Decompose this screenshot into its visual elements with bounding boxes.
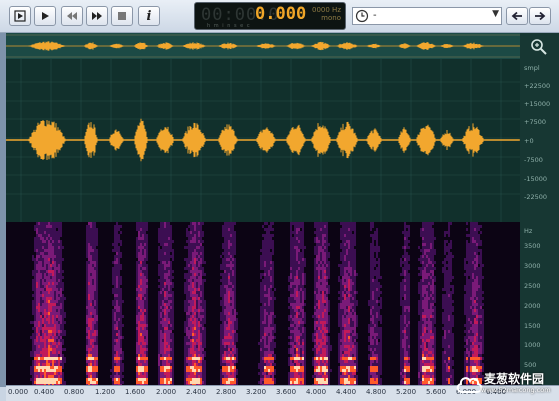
time-tick: 5.200 [396,388,416,396]
spectrogram-tick: 3500 [524,242,541,250]
toolbar: i 00:00:0 0.000 0000 Hz mono h m i n s e… [0,0,559,33]
chevron-down-icon: ▼ [492,9,499,19]
waveform-graphic [6,59,520,222]
time-tick: 2.800 [216,388,236,396]
watermark-title: 麦葱软件园 [484,370,544,387]
zoom-icon[interactable] [530,38,548,56]
channel-mode: mono [312,14,341,22]
rewind-button[interactable] [61,6,83,26]
spectrogram-tick: 3000 [524,262,541,270]
arrow-left-icon [511,11,523,21]
back-button[interactable] [506,7,528,25]
waveform-tick: +0 [524,137,534,145]
time-tick: 1.600 [125,388,145,396]
waveform-tick: -22500 [524,193,547,201]
waveform-tick: -7500 [524,156,543,164]
overview-waveform-graphic [6,33,520,59]
overview-waveform[interactable] [6,33,520,59]
spectrogram-tick: 1500 [524,322,541,330]
history-value: - [373,10,377,21]
skip-to-start-icon [14,10,26,22]
watermark: 麦葱软件园 www.52maicong.com [455,368,559,400]
time-tick: 0.000 [8,388,28,396]
spectrogram-tick: 1000 [524,341,541,349]
spectrogram-panel[interactable] [6,222,520,385]
time-tick: 5.600 [426,388,446,396]
arrow-right-icon [534,11,546,21]
time-tick: 2.400 [186,388,206,396]
info-button[interactable]: i [138,6,160,26]
waveform-tick: +22500 [524,82,550,90]
history-dropdown[interactable]: - ▼ [352,7,502,25]
waveform-panel[interactable] [6,59,520,222]
time-display: 00:00:0 0.000 0000 Hz mono h m i n s e c [194,2,346,30]
frequency-value: 0000 Hz [312,6,341,14]
time-tick: 2.000 [156,388,176,396]
stop-icon [117,11,127,21]
waveform-tick: +7500 [524,118,546,126]
stop-to-start-button[interactable] [9,6,31,26]
time-tick: 0.400 [34,388,54,396]
spectrogram-tick: 2000 [524,302,541,310]
fast-forward-icon [91,11,103,21]
forward-button[interactable] [529,7,551,25]
info-icon: i [147,9,152,24]
waveform-tick: -15000 [524,175,547,183]
stop-button[interactable] [111,6,133,26]
time-tick: 0.800 [64,388,84,396]
waveform-tick: +15000 [524,100,550,108]
spectrogram-tick: 2500 [524,282,541,290]
frequency-readout: 0000 Hz mono [312,6,341,22]
time-tick: 1.200 [95,388,115,396]
rewind-icon [66,11,78,21]
time-units: h m i n s e c [207,23,251,29]
time-display-value: 0.000 [255,4,306,24]
cloud-logo-icon [455,370,483,396]
play-icon [40,11,50,21]
waveform-unit-label: smpl [524,64,540,72]
clock-icon [355,9,369,23]
time-tick: 4.800 [366,388,386,396]
time-tick: 3.200 [246,388,266,396]
fast-forward-button[interactable] [86,6,108,26]
time-tick: 3.600 [276,388,296,396]
time-tick: 4.400 [336,388,356,396]
spectrogram-graphic [6,222,520,385]
spectrogram-unit-label: Hz [524,227,532,235]
time-tick: 4.000 [306,388,326,396]
watermark-url: www.52maicong.com [481,386,551,394]
play-button[interactable] [34,6,56,26]
